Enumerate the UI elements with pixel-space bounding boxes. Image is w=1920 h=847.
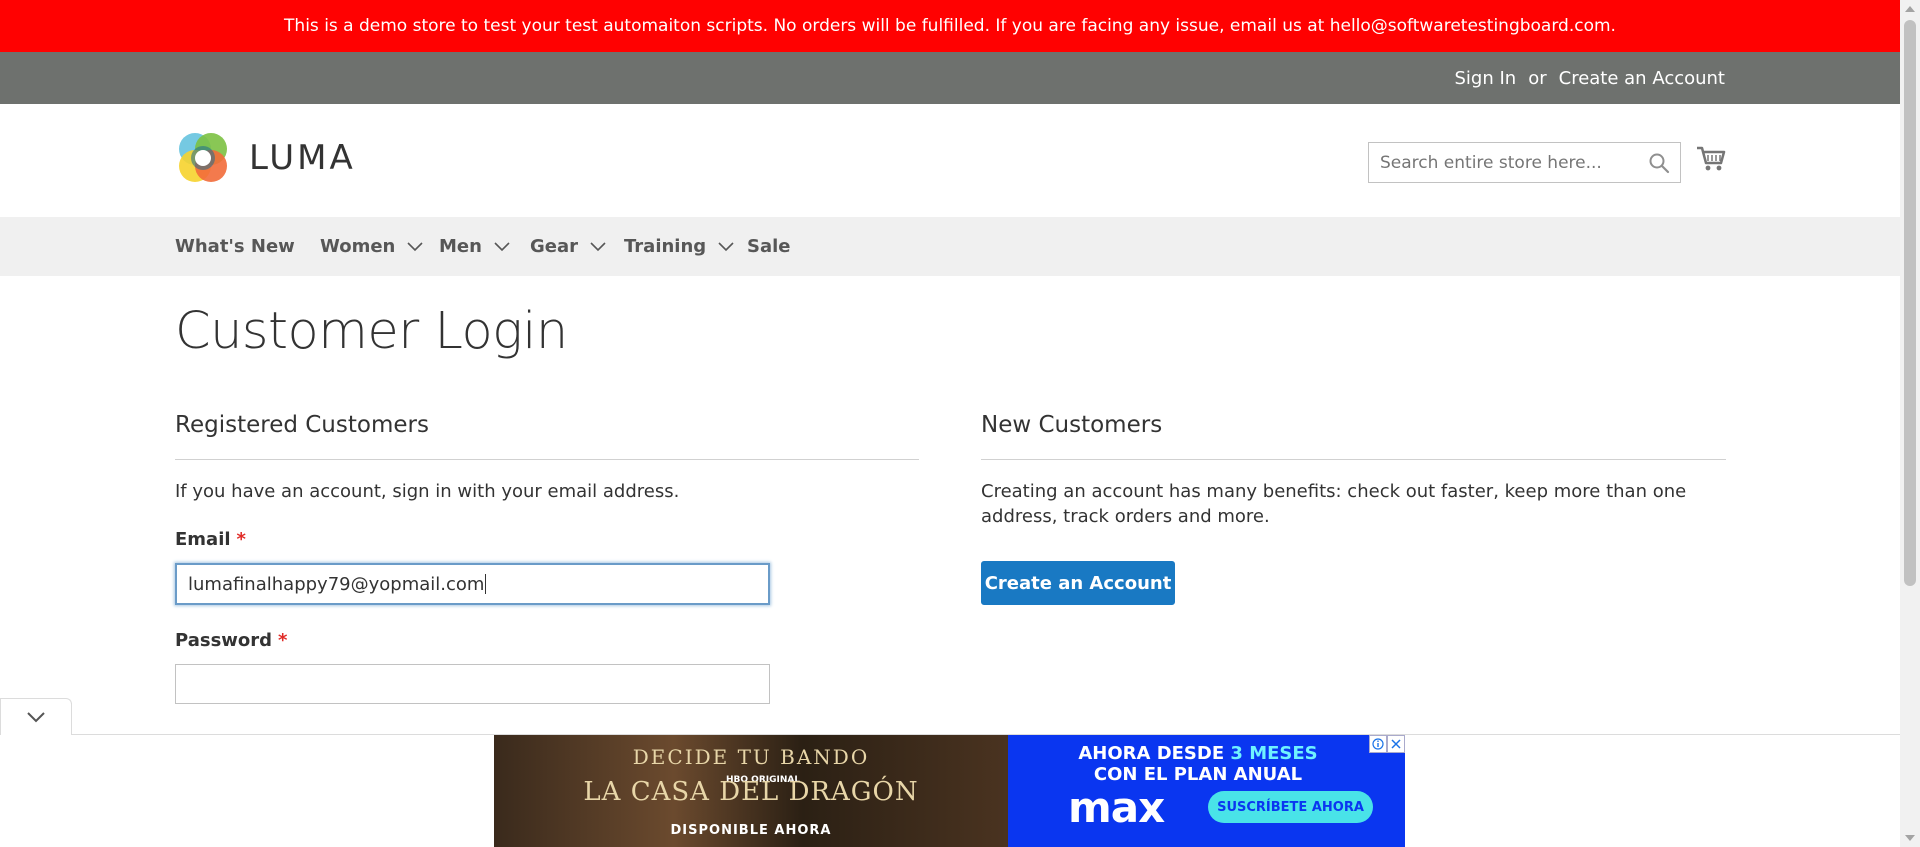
scroll-up-arrow-icon[interactable] (1905, 6, 1915, 12)
demo-store-notice-text: This is a demo store to test your test a… (284, 16, 1616, 36)
chevron-down-icon (27, 712, 45, 723)
nav-item-label: Gear (530, 236, 579, 257)
ad-info-icon[interactable] (1369, 735, 1387, 753)
nav-item-label: Women (320, 236, 396, 257)
new-customers-divider (981, 459, 1726, 460)
top-links-bar: Sign In or Create an Account (0, 52, 1900, 104)
search-icon[interactable] (1648, 152, 1670, 174)
ad-left-panel: DECIDE TU BANDO HBO ORIGINAL LA CASA DEL… (494, 735, 1008, 847)
required-mark: * (278, 630, 288, 651)
registered-divider (175, 459, 919, 460)
chevron-down-icon (590, 241, 606, 251)
nav-item-label: Training (624, 236, 707, 257)
ad-subscribe-button[interactable]: SUSCRÍBETE AHORA (1208, 791, 1373, 823)
ad-close-icon[interactable] (1387, 735, 1405, 753)
required-mark: * (236, 529, 246, 550)
luma-logo-icon (179, 133, 227, 182)
ad-banner[interactable]: DECIDE TU BANDO HBO ORIGINAL LA CASA DEL… (494, 735, 1405, 847)
cart-icon[interactable] (1696, 144, 1726, 174)
ad-show-title: LA CASA DEL DRAGÓN (583, 777, 919, 807)
page-title: Customer Login (175, 302, 568, 361)
chevron-down-icon (407, 241, 423, 251)
ad-offer-line2: CON EL PLAN ANUAL (1093, 764, 1303, 785)
new-customers-title: New Customers (981, 412, 1163, 438)
logo-text: LUMA (249, 138, 356, 178)
ad-offer-prefix: AHORA DESDE (1078, 743, 1225, 764)
luma-logo[interactable]: LUMA (175, 130, 356, 186)
main-navigation: What's New Women Men Gear Training Sale (0, 217, 1900, 276)
ad-headline: DECIDE TU BANDO (632, 745, 870, 769)
email-field[interactable]: lumafinalhappy79@yopmail.com (175, 563, 770, 605)
nav-item-training[interactable]: Training (624, 217, 734, 276)
nav-item-whats-new[interactable]: What's New (175, 217, 295, 276)
scrollbar-thumb[interactable] (1904, 20, 1916, 586)
password-label: Password * (175, 630, 287, 651)
site-header: LUMA (0, 104, 1900, 217)
nav-item-gear[interactable]: Gear (530, 217, 606, 276)
ad-right-panel: AHORA DESDE 3 MESES CON EL PLAN ANUAL ma… (1008, 735, 1405, 847)
nav-item-women[interactable]: Women (320, 217, 423, 276)
sign-in-link[interactable]: Sign In (1455, 68, 1517, 89)
email-field-value: lumafinalhappy79@yopmail.com (188, 573, 485, 595)
nav-item-label: Men (439, 236, 482, 257)
ad-offer-line1: AHORA DESDE 3 MESES (1008, 743, 1388, 764)
nav-item-sale[interactable]: Sale (747, 217, 791, 276)
search-box (1368, 142, 1681, 183)
ad-max-logo: max (1068, 783, 1165, 832)
password-field[interactable] (175, 664, 770, 704)
ad-offer-highlight: 3 MESES (1230, 743, 1318, 764)
registered-customers-title: Registered Customers (175, 412, 429, 438)
ad-availability: DISPONIBLE AHORA (670, 823, 832, 838)
or-separator: or (1528, 67, 1547, 89)
registered-note: If you have an account, sign in with you… (175, 481, 680, 502)
ad-controls (1369, 735, 1405, 753)
page-scrollbar[interactable] (1900, 0, 1920, 847)
scroll-down-arrow-icon[interactable] (1905, 835, 1915, 841)
email-label: Email * (175, 529, 246, 550)
ad-collapse-toggle[interactable] (0, 698, 72, 735)
new-customers-note: Creating an account has many benefits: c… (981, 481, 1687, 527)
nav-item-men[interactable]: Men (439, 217, 510, 276)
create-account-button[interactable]: Create an Account (981, 561, 1175, 605)
create-account-link[interactable]: Create an Account (1559, 68, 1725, 89)
nav-item-label: What's New (175, 236, 295, 257)
demo-store-notice: This is a demo store to test your test a… (0, 0, 1900, 52)
password-label-text: Password (175, 630, 273, 651)
text-caret (485, 574, 487, 594)
nav-item-label: Sale (747, 236, 791, 257)
chevron-down-icon (718, 241, 734, 251)
chevron-down-icon (494, 241, 510, 251)
email-label-text: Email (175, 529, 231, 550)
search-input[interactable] (1369, 143, 1639, 182)
